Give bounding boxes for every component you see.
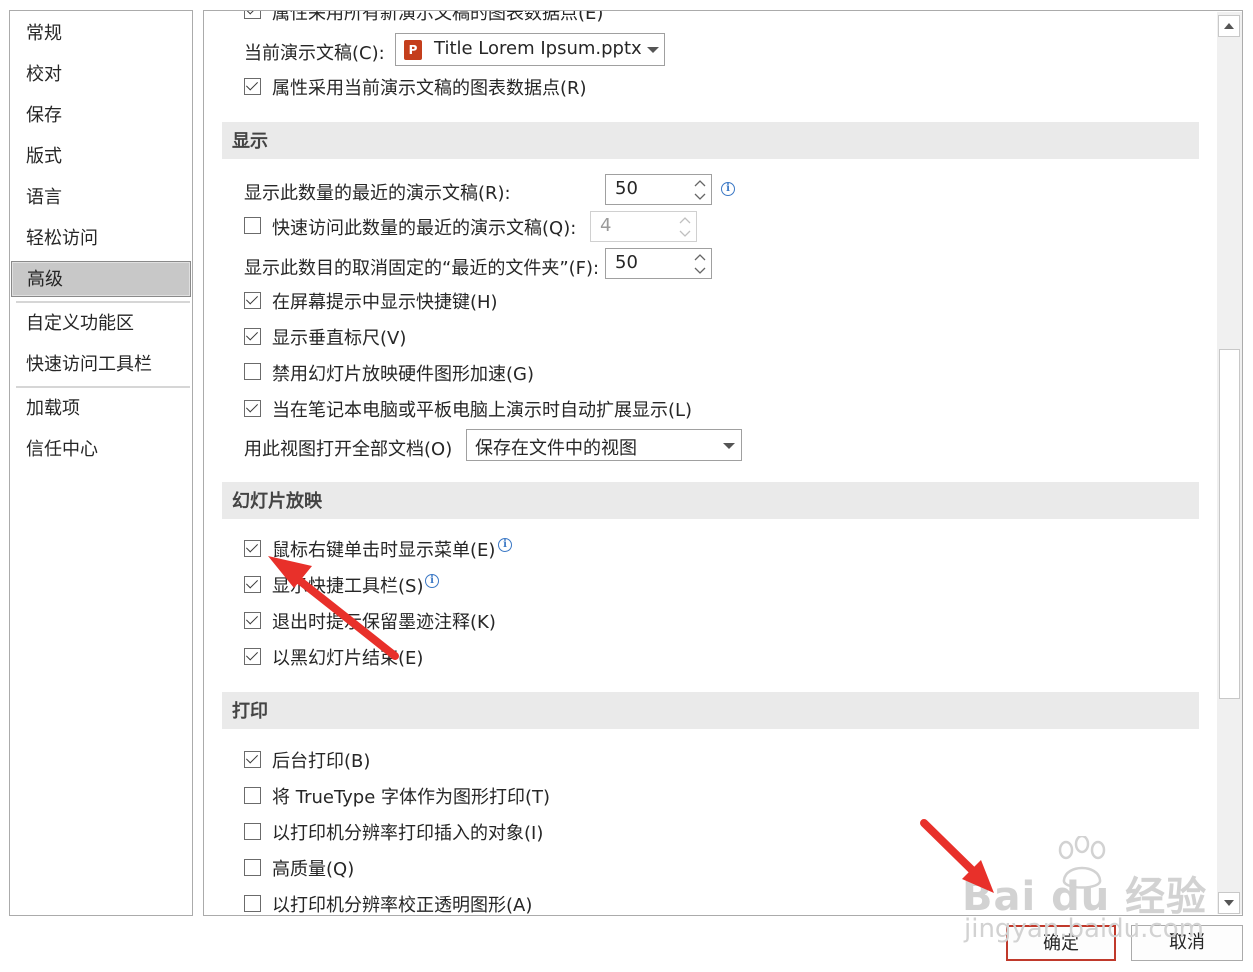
nav-item-language[interactable]: 语言 bbox=[11, 180, 191, 216]
current-presentation-dropdown[interactable]: P Title Lorem Ipsum.pptx bbox=[395, 33, 665, 66]
right-click-menu-checkbox[interactable] bbox=[244, 540, 261, 557]
info-icon[interactable]: i bbox=[498, 538, 512, 552]
background-print-checkbox[interactable] bbox=[244, 751, 261, 768]
info-icon[interactable]: i bbox=[425, 574, 439, 588]
recent-count-stepper[interactable]: 50 bbox=[605, 174, 712, 205]
printer-resolution-objects-checkbox[interactable] bbox=[244, 823, 261, 840]
nav-item-advanced[interactable]: 高级 bbox=[11, 261, 191, 297]
chevron-down-icon bbox=[723, 443, 735, 449]
shortcut-keys-label: 在屏幕提示中显示快捷键(H) bbox=[272, 292, 498, 313]
nav-item-customize-ribbon[interactable]: 自定义功能区 bbox=[11, 306, 191, 342]
scrollbar-thumb[interactable] bbox=[1219, 349, 1240, 699]
nav-item-accessibility[interactable]: 轻松访问 bbox=[11, 221, 191, 257]
section-slideshow: 幻灯片放映 bbox=[222, 482, 1199, 519]
quick-access-count-checkbox[interactable] bbox=[244, 217, 261, 234]
nav-item-proofing[interactable]: 校对 bbox=[11, 57, 191, 93]
chart-props-current-label: 属性采用当前演示文稿的图表数据点(R) bbox=[272, 78, 587, 99]
right-click-menu-label: 鼠标右键单击时显示菜单(E) bbox=[272, 540, 496, 561]
recent-count-value: 50 bbox=[615, 178, 638, 199]
spin-arrows-icon[interactable] bbox=[678, 214, 692, 240]
quick-access-count-stepper[interactable]: 4 bbox=[590, 211, 697, 242]
chart-props-all-checkbox[interactable] bbox=[244, 11, 261, 19]
nav-item-save[interactable]: 保存 bbox=[11, 98, 191, 134]
align-transparent-checkbox[interactable] bbox=[244, 895, 261, 912]
section-title: 幻灯片放映 bbox=[232, 491, 322, 512]
chevron-down-icon bbox=[647, 47, 659, 53]
section-title: 打印 bbox=[232, 701, 268, 722]
truetype-graphics-label: 将 TrueType 字体作为图形打印(T) bbox=[272, 787, 551, 808]
triangle-up-icon bbox=[1224, 23, 1234, 29]
truetype-graphics-checkbox[interactable] bbox=[244, 787, 261, 804]
chart-props-current-checkbox[interactable] bbox=[244, 78, 261, 95]
printer-resolution-objects-label: 以打印机分辨率打印插入的对象(I) bbox=[272, 823, 544, 844]
section-title: 显示 bbox=[232, 131, 268, 152]
category-nav: 常规 校对 保存 版式 语言 轻松访问 高级 自定义功能区 快速访问工具栏 加载… bbox=[9, 10, 193, 916]
high-quality-label: 高质量(Q) bbox=[272, 859, 355, 880]
nav-item-quick-access-toolbar[interactable]: 快速访问工具栏 bbox=[11, 347, 191, 383]
shortcut-keys-checkbox[interactable] bbox=[244, 292, 261, 309]
triangle-down-icon bbox=[1224, 900, 1234, 906]
vertical-ruler-label: 显示垂直标尺(V) bbox=[272, 328, 407, 349]
nav-divider bbox=[16, 386, 190, 388]
popup-toolbar-label: 显示快捷工具栏(S) bbox=[272, 576, 424, 597]
unpinned-folders-value: 50 bbox=[615, 252, 638, 273]
nav-item-general[interactable]: 常规 bbox=[11, 16, 191, 52]
powerpoint-file-icon: P bbox=[404, 40, 422, 60]
hw-accel-checkbox[interactable] bbox=[244, 363, 261, 380]
section-display: 显示 bbox=[222, 122, 1199, 159]
align-transparent-label: 以打印机分辨率校正透明图形(A) bbox=[272, 895, 533, 916]
vertical-ruler-checkbox[interactable] bbox=[244, 328, 261, 345]
info-icon[interactable]: i bbox=[721, 182, 735, 196]
section-print: 打印 bbox=[222, 692, 1199, 729]
background-print-label: 后台打印(B) bbox=[272, 751, 371, 772]
auto-extend-display-label: 当在笔记本电脑或平板电脑上演示时自动扩展显示(L) bbox=[272, 400, 693, 421]
ok-button[interactable]: 确定 bbox=[1006, 925, 1116, 961]
unpinned-folders-label: 显示此数目的取消固定的“最近的文件夹”(F): bbox=[244, 258, 600, 279]
end-black-slide-label: 以黑幻灯片结束(E) bbox=[272, 648, 424, 669]
nav-item-layout[interactable]: 版式 bbox=[11, 139, 191, 175]
current-presentation-value: Title Lorem Ipsum.pptx bbox=[434, 38, 642, 59]
nav-item-add-ins[interactable]: 加载项 bbox=[11, 391, 191, 427]
vertical-scrollbar[interactable] bbox=[1217, 12, 1242, 914]
open-view-label: 用此视图打开全部文档(O) bbox=[244, 439, 453, 460]
spin-arrows-icon[interactable] bbox=[693, 177, 707, 203]
nav-divider bbox=[16, 301, 190, 303]
auto-extend-display-checkbox[interactable] bbox=[244, 400, 261, 417]
hw-accel-label: 禁用幻灯片放映硬件图形加速(G) bbox=[272, 364, 534, 385]
chart-props-all-label: 属性采用所有新演示文稿的图表数据点(E) bbox=[272, 10, 604, 24]
quick-access-count-value: 4 bbox=[600, 215, 612, 236]
open-view-value: 保存在文件中的视图 bbox=[475, 438, 637, 459]
spin-arrows-icon[interactable] bbox=[693, 251, 707, 277]
quick-access-count-label: 快速访问此数量的最近的演示文稿(Q): bbox=[272, 218, 577, 239]
scroll-up-button[interactable] bbox=[1218, 15, 1240, 37]
end-black-slide-checkbox[interactable] bbox=[244, 648, 261, 665]
keep-ink-label: 退出时提示保留墨迹注释(K) bbox=[272, 612, 496, 633]
nav-item-trust-center[interactable]: 信任中心 bbox=[11, 432, 191, 468]
advanced-options-panel: 属性采用所有新演示文稿的图表数据点(E) 当前演示文稿(C): P Title … bbox=[203, 10, 1243, 916]
current-presentation-label: 当前演示文稿(C): bbox=[244, 43, 385, 64]
popup-toolbar-checkbox[interactable] bbox=[244, 576, 261, 593]
open-view-dropdown[interactable]: 保存在文件中的视图 bbox=[466, 429, 742, 461]
unpinned-folders-stepper[interactable]: 50 bbox=[605, 248, 712, 279]
scroll-down-button[interactable] bbox=[1218, 892, 1240, 914]
recent-count-label: 显示此数量的最近的演示文稿(R): bbox=[244, 183, 511, 204]
cancel-button[interactable]: 取消 bbox=[1131, 925, 1243, 961]
high-quality-checkbox[interactable] bbox=[244, 859, 261, 876]
keep-ink-checkbox[interactable] bbox=[244, 612, 261, 629]
